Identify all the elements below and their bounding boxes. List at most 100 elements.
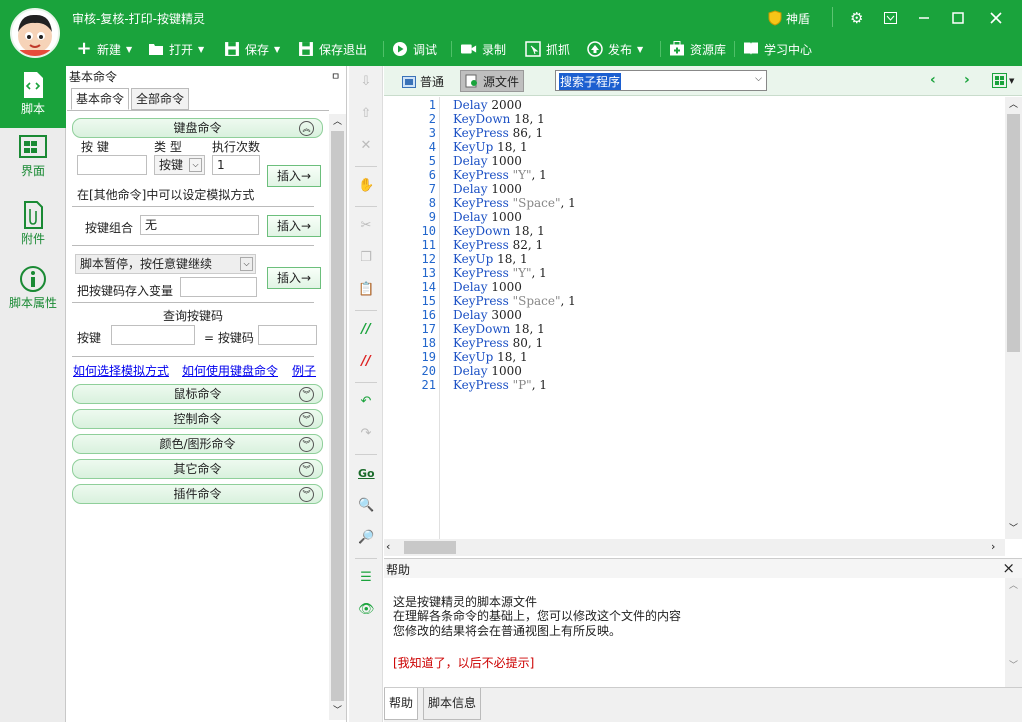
new-button[interactable]: + 新建 ▼ (76, 38, 132, 60)
publish-button[interactable]: 发布 ▼ (587, 38, 643, 60)
learn-button[interactable]: 学习中心 (743, 38, 812, 60)
view-normal-button[interactable]: 普通 (402, 73, 444, 90)
goto-icon[interactable]: Go (358, 466, 375, 482)
replace-icon[interactable]: 🔎 (358, 530, 374, 546)
settings-button[interactable]: ⚙ (850, 8, 863, 28)
list-icon[interactable]: ☰ (358, 570, 374, 586)
scroll-right-icon[interactable]: › (991, 539, 995, 555)
nav-properties[interactable]: 脚本属性 (0, 260, 66, 322)
pin-icon[interactable]: ㅁ (331, 68, 340, 83)
debug-button[interactable]: 调试 (392, 38, 437, 60)
move-up-icon[interactable]: ⇧ (358, 106, 374, 122)
panel-scrollbar[interactable]: ︿ ﹀ (329, 114, 346, 720)
user-avatar[interactable] (10, 8, 60, 58)
scroll-down-icon[interactable]: ﹀ (1005, 658, 1022, 674)
scroll-up-icon[interactable]: ︿ (1005, 578, 1022, 594)
menu-button[interactable] (884, 8, 897, 28)
code-line[interactable]: KeyUp 18, 1 (453, 140, 528, 154)
scroll-down-icon[interactable]: ﹀ (1005, 521, 1022, 537)
save-button[interactable]: 保存 ▼ (224, 38, 280, 60)
insert-key-button[interactable]: 插入→ (267, 165, 321, 187)
tab-all[interactable]: 全部命令 (131, 88, 190, 110)
code-line[interactable]: KeyDown 18, 1 (453, 112, 545, 126)
query-code-input[interactable] (258, 325, 317, 345)
tab-basic[interactable]: 基本命令 (71, 88, 130, 110)
code-line[interactable]: KeyPress "Y", 1 (453, 168, 547, 182)
delete-icon[interactable]: ✕ (358, 138, 374, 154)
view-icon[interactable]: 👁 (358, 602, 375, 618)
shield-button[interactable]: 神盾 (768, 8, 810, 28)
section-keyboard[interactable]: 键盘命令 ︽ (72, 118, 323, 138)
combo-input[interactable]: 无 (140, 215, 259, 235)
scroll-up-icon[interactable]: ︿ (1005, 97, 1022, 113)
pause-select[interactable]: 脚本暂停，按任意键继续 ⌵ (75, 254, 256, 274)
query-key-input[interactable] (111, 325, 195, 345)
section-other[interactable]: 其它命令 ︾ (72, 459, 323, 479)
redo-icon[interactable]: ↷ (358, 426, 374, 442)
insert-pause-button[interactable]: 插入→ (267, 267, 321, 289)
prev-arrow-icon[interactable]: ‹ (930, 72, 936, 88)
layout-toggle-button[interactable]: ▼ (992, 73, 1014, 88)
cut-icon[interactable]: ✂ (358, 218, 374, 234)
dismiss-tip-link[interactable]: [我知道了，以后不必提示] (393, 654, 534, 671)
editor-vscrollbar[interactable]: ︿ ﹀ (1005, 97, 1022, 539)
code-line[interactable]: KeyPress 82, 1 (453, 238, 543, 252)
code-line[interactable]: Delay 1000 (453, 280, 522, 294)
code-line[interactable]: Delay 1000 (453, 154, 522, 168)
scroll-thumb[interactable] (331, 131, 344, 701)
editor-hscrollbar[interactable]: ‹ › (384, 539, 1005, 556)
tab-script-info[interactable]: 脚本信息 (423, 688, 482, 720)
scroll-thumb[interactable] (404, 541, 456, 554)
copy-icon[interactable]: ❐ (358, 250, 374, 266)
save-exit-button[interactable]: 保存退出 (298, 38, 367, 60)
type-select[interactable]: 按键 ⌵ (154, 155, 205, 175)
times-input[interactable]: 1 (212, 155, 260, 175)
code-line[interactable]: KeyPress 86, 1 (453, 126, 543, 140)
link-example[interactable]: 例子 (292, 362, 316, 379)
code-line[interactable]: KeyUp 18, 1 (453, 252, 528, 266)
code-line[interactable]: Delay 1000 (453, 182, 522, 196)
code-line[interactable]: KeyDown 18, 1 (453, 224, 545, 238)
next-arrow-icon[interactable]: › (964, 72, 970, 88)
link-keyboard-usage[interactable]: 如何使用键盘命令 (182, 362, 278, 379)
code-line[interactable]: Delay 1000 (453, 210, 522, 224)
scroll-down-icon[interactable]: ﹀ (329, 703, 346, 719)
close-button[interactable] (990, 8, 1002, 28)
nav-attachment[interactable]: 附件 (0, 196, 66, 258)
store-input[interactable] (180, 277, 257, 297)
code-line[interactable]: Delay 2000 (453, 98, 522, 112)
capture-button[interactable]: 抓抓 (525, 38, 570, 60)
record-button[interactable]: 录制 (461, 38, 506, 60)
find-icon[interactable]: 🔍 (358, 498, 374, 514)
code-editor[interactable]: 1 2 3 4 5 6 7 8 9 10 11 12 13 14 15 16 17 18 19 20 21 Delay … (384, 97, 1022, 539)
view-source-button[interactable]: 源文件 (460, 70, 525, 92)
undo-icon[interactable]: ↶ (358, 394, 374, 410)
section-mouse[interactable]: 鼠标命令 ︾ (72, 384, 323, 404)
minimize-button[interactable] (918, 8, 930, 28)
subroutine-search[interactable]: 搜索子程序 ⌵ (555, 70, 767, 91)
comment-icon[interactable]: // (358, 322, 374, 338)
section-color[interactable]: 颜色/图形命令 ︾ (72, 434, 323, 454)
link-simulation-mode[interactable]: 如何选择模拟方式 (73, 362, 169, 379)
code-line[interactable]: Delay 1000 (453, 364, 522, 378)
move-down-icon[interactable]: ⇩ (358, 74, 374, 90)
maximize-button[interactable] (952, 8, 964, 28)
resource-button[interactable]: 资源库 (669, 38, 726, 60)
scroll-left-icon[interactable]: ‹ (386, 539, 390, 555)
key-input[interactable] (77, 155, 147, 175)
scroll-up-icon[interactable]: ︿ (329, 114, 346, 130)
code-line[interactable]: KeyPress "Space", 1 (453, 294, 576, 308)
tab-help[interactable]: 帮助 (384, 688, 419, 720)
nav-layout[interactable]: 界面 (0, 128, 66, 190)
help-close-icon[interactable]: × (1002, 559, 1015, 577)
scroll-thumb[interactable] (1007, 114, 1020, 352)
open-button[interactable]: 打开 ▼ (148, 38, 204, 60)
hand-icon[interactable]: ✋ (358, 178, 374, 194)
paste-icon[interactable]: 📋 (358, 282, 374, 298)
uncomment-icon[interactable]: // (358, 354, 374, 370)
code-line[interactable]: KeyPress 80, 1 (453, 336, 543, 350)
code-line[interactable]: KeyPress "P", 1 (453, 378, 547, 392)
nav-script[interactable]: 脚本 (0, 66, 66, 128)
insert-combo-button[interactable]: 插入→ (267, 215, 321, 237)
code-line[interactable]: KeyPress "Space", 1 (453, 196, 576, 210)
